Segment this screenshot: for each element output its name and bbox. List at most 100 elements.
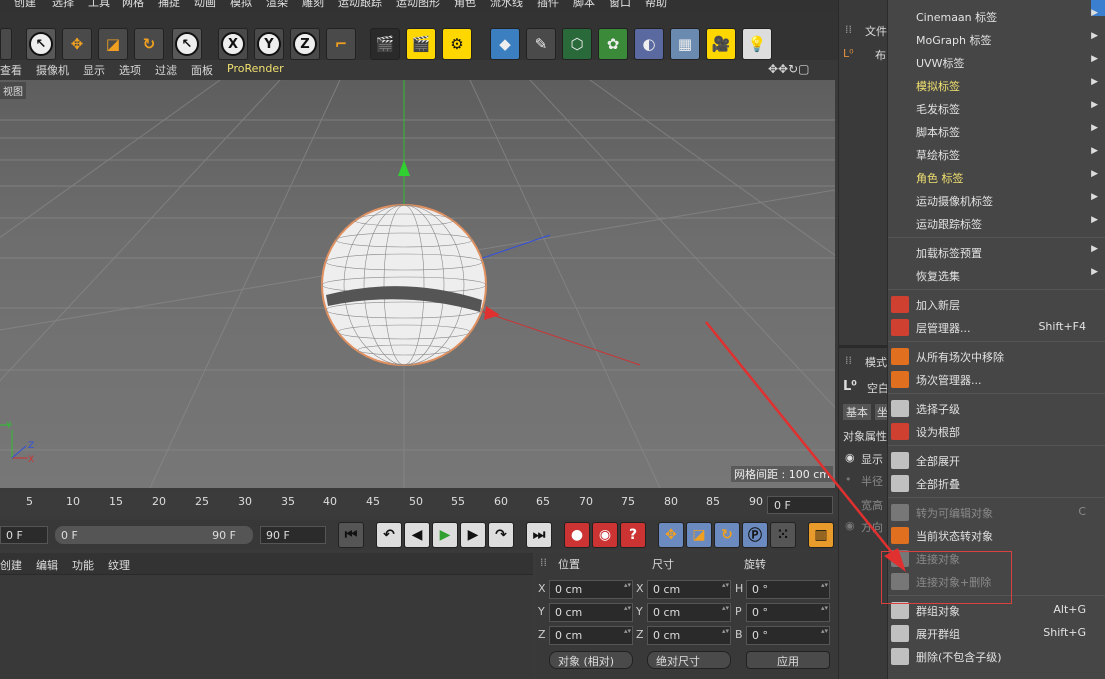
menu-plugins[interactable]: 插件: [537, 0, 559, 10]
pen-spline-icon[interactable]: ✎: [526, 28, 556, 60]
context-menu-item[interactable]: 场次管理器...: [888, 368, 1105, 391]
menu-window[interactable]: 窗口: [609, 0, 631, 10]
panel-divider[interactable]: [839, 345, 889, 348]
orientation-radio[interactable]: ◉: [845, 519, 855, 532]
apply-button[interactable]: 应用: [746, 651, 830, 669]
context-menu-item[interactable]: 模拟标签 ▶: [888, 74, 1105, 97]
move-tool-icon[interactable]: ✥: [62, 28, 92, 60]
viewport-menu-camera[interactable]: 摄像机: [36, 62, 69, 78]
key-scale-icon[interactable]: ◪: [686, 522, 712, 548]
camera-icon[interactable]: 🎥: [706, 28, 736, 60]
menu-simulate[interactable]: 模拟: [230, 0, 252, 10]
size-y-field[interactable]: 0 cm: [647, 603, 731, 622]
menu-tools[interactable]: 工具: [88, 0, 110, 10]
toolbar-handle[interactable]: [0, 28, 12, 60]
prev-frame-icon[interactable]: ◀: [404, 522, 430, 548]
context-menu-item[interactable]: 从所有场次中移除: [888, 345, 1105, 368]
y-axis-lock-icon[interactable]: Y: [254, 28, 284, 60]
context-menu-item[interactable]: 脚本标签 ▶: [888, 120, 1105, 143]
keyframe-help-icon[interactable]: ?: [620, 522, 646, 548]
menu-render[interactable]: 渲染: [266, 0, 288, 10]
size-mode-dropdown[interactable]: 绝对尺寸: [647, 651, 731, 669]
end-frame-field[interactable]: 90 F: [260, 526, 326, 544]
menu-select[interactable]: 选择: [52, 0, 74, 10]
key-param-icon[interactable]: Ⓟ: [742, 522, 768, 548]
pos-y-field[interactable]: 0 cm: [549, 603, 633, 622]
rotate-tool-icon[interactable]: ↻: [134, 28, 164, 60]
rot-h-field[interactable]: 0 °: [746, 580, 830, 599]
display-radio[interactable]: ◉: [845, 451, 855, 464]
context-menu-item[interactable]: 加入新层: [888, 293, 1105, 316]
key-grid-icon[interactable]: ⁙: [770, 522, 796, 548]
menu-sculpt[interactable]: 雕刻: [302, 0, 324, 10]
play-icon[interactable]: ▶: [432, 522, 458, 548]
context-menu-item[interactable]: 加载标签预置 ▶: [888, 241, 1105, 264]
deformer-icon[interactable]: ◐: [634, 28, 664, 60]
context-menu-item[interactable]: UVW标签 ▶: [888, 51, 1105, 74]
context-menu-item[interactable]: Cinemaan 标签 ▶: [888, 5, 1105, 28]
menu-snap[interactable]: 捕捉: [158, 0, 180, 10]
size-z-field[interactable]: 0 cm: [647, 626, 731, 645]
context-menu-item[interactable]: 草绘标签 ▶: [888, 143, 1105, 166]
menu-animate[interactable]: 动画: [194, 0, 216, 10]
key-move-icon[interactable]: ✥: [658, 522, 684, 548]
cloner-icon[interactable]: ✿: [598, 28, 628, 60]
rot-p-field[interactable]: 0 °: [746, 603, 830, 622]
context-menu-item[interactable]: 设为根部: [888, 420, 1105, 443]
next-frame-icon[interactable]: ▶: [460, 522, 486, 548]
timeline-window-icon[interactable]: ▥: [808, 522, 834, 548]
timeline[interactable]: 5 10 15 20 25 30 35 40 45 50 55 60 65 70…: [0, 492, 838, 517]
subdivision-icon[interactable]: ⬡: [562, 28, 592, 60]
viewport-menu-view[interactable]: 查看: [0, 62, 22, 78]
menu-mesh[interactable]: 网格: [122, 0, 144, 10]
attribute-mode-menu[interactable]: 模式: [865, 354, 887, 370]
menu-pipeline[interactable]: 流水线: [490, 0, 523, 10]
menu-character[interactable]: 角色: [454, 0, 476, 10]
size-x-field[interactable]: 0 cm: [647, 580, 731, 599]
menu-script[interactable]: 脚本: [573, 0, 595, 10]
context-menu-item[interactable]: 选择子级: [888, 397, 1105, 420]
menu-create[interactable]: 创建: [14, 0, 36, 10]
current-frame-field[interactable]: 0 F: [767, 496, 833, 514]
goto-start-icon[interactable]: ⏮: [338, 522, 364, 548]
context-menu-item[interactable]: MoGraph 标签 ▶: [888, 28, 1105, 51]
context-menu-item[interactable]: 展开群组 Shift+G: [888, 622, 1105, 645]
files-menu[interactable]: 文件: [865, 23, 887, 39]
pos-z-field[interactable]: 0 cm: [549, 626, 633, 645]
prev-key-icon[interactable]: ↶: [376, 522, 402, 548]
material-menu-create[interactable]: 创建: [0, 557, 22, 573]
viewport-menu-options[interactable]: 选项: [119, 62, 141, 78]
material-menu-texture[interactable]: 纹理: [108, 557, 130, 573]
key-rotate-icon[interactable]: ↻: [714, 522, 740, 548]
select-tool-icon[interactable]: ↖: [26, 28, 56, 60]
material-menu-edit[interactable]: 编辑: [36, 557, 58, 573]
next-key-icon[interactable]: ↷: [488, 522, 514, 548]
viewport-menu-prorender[interactable]: ProRender: [227, 62, 284, 75]
coordinate-system-icon[interactable]: ⌐: [326, 28, 356, 60]
floor-icon[interactable]: ▦: [670, 28, 700, 60]
context-menu-item[interactable]: 删除(不包含子级): [888, 645, 1105, 668]
render-settings-icon[interactable]: ⚙: [442, 28, 472, 60]
viewport-menu-filter[interactable]: 过滤: [155, 62, 177, 78]
viewport-menu-panel[interactable]: 面板: [191, 62, 213, 78]
render-picture-viewer-icon[interactable]: 🎬: [406, 28, 436, 60]
context-menu-item[interactable]: 运动跟踪标签 ▶: [888, 212, 1105, 235]
tab-basic[interactable]: 基本: [843, 404, 871, 420]
x-axis-lock-icon[interactable]: X: [218, 28, 248, 60]
scale-tool-icon[interactable]: ◪: [98, 28, 128, 60]
3d-viewport[interactable]: Y Z X 视图 网格间距 : 100 cm: [0, 80, 835, 488]
viewport-menu-display[interactable]: 显示: [83, 62, 105, 78]
light-icon[interactable]: 💡: [742, 28, 772, 60]
frame-range-slider[interactable]: 0 F 90 F: [55, 526, 253, 544]
menu-help[interactable]: 帮助: [645, 0, 667, 10]
object-list-item[interactable]: 布: [875, 47, 886, 63]
viewport-nav-icon[interactable]: ✥✥↻▢: [768, 62, 810, 76]
record-icon[interactable]: ●: [564, 522, 590, 548]
recent-tool-icon[interactable]: ↖: [172, 28, 202, 60]
context-menu-item[interactable]: 全部折叠: [888, 472, 1105, 495]
context-menu-item[interactable]: 全部展开: [888, 449, 1105, 472]
material-menu-function[interactable]: 功能: [72, 557, 94, 573]
coord-mode-dropdown[interactable]: 对象 (相对): [549, 651, 633, 669]
context-menu-item[interactable]: 运动摄像机标签 ▶: [888, 189, 1105, 212]
z-axis-lock-icon[interactable]: Z: [290, 28, 320, 60]
